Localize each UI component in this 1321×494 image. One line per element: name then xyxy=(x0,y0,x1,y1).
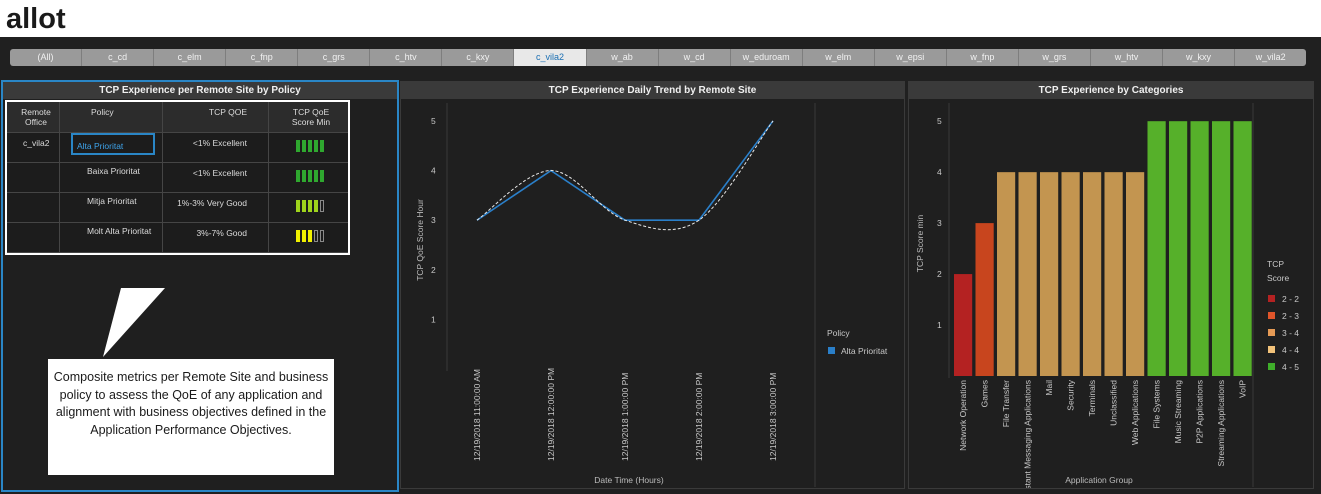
site-tab[interactable]: c_grs xyxy=(298,49,371,66)
site-tab[interactable]: c_htv xyxy=(370,49,443,66)
y-tick-label: 3 xyxy=(937,218,942,228)
panel-categories[interactable]: TCP Experience by Categories 1 2 3 4 5 TCP Sc… xyxy=(908,81,1314,494)
panel-title: TCP Experience Daily Trend by Remote Sit… xyxy=(401,82,904,99)
trend-line xyxy=(476,120,774,231)
site-tab[interactable]: w_ab xyxy=(587,49,659,66)
y-tick-label: 2 xyxy=(431,265,436,275)
line-chart: 1 2 3 4 5 TCP QoE Score Hour 12/19/2018 11:00:… xyxy=(415,103,888,487)
legend-swatch xyxy=(1268,329,1275,336)
allot-logo: allot xyxy=(6,3,66,34)
site-tab[interactable]: w_cd xyxy=(659,49,731,66)
legend-title: Policy xyxy=(827,328,850,338)
site-tab[interactable]: w_elm xyxy=(803,49,875,66)
x-tick-label: 12/19/2018 12:00:00 PM xyxy=(546,368,556,461)
legend-item-label[interactable]: 4 - 4 xyxy=(1282,345,1299,355)
legend-item-label[interactable]: 2 - 3 xyxy=(1282,311,1299,321)
x-tick-label: Streaming Applications xyxy=(1216,380,1226,466)
x-tick-label: File Systems xyxy=(1152,380,1162,429)
x-tick-label: VoIP xyxy=(1238,380,1248,398)
legend-item-label[interactable]: 3 - 4 xyxy=(1282,328,1299,338)
site-tab[interactable]: w_htv xyxy=(1091,49,1163,66)
bar[interactable] xyxy=(1190,121,1209,376)
legend-swatch xyxy=(828,347,835,354)
bar[interactable] xyxy=(1040,172,1059,376)
panel-daily-trend[interactable]: TCP Experience Daily Trend by Remote Sit… xyxy=(400,81,905,489)
site-tab[interactable]: c_vila2 xyxy=(514,49,587,66)
bar[interactable] xyxy=(1169,121,1188,376)
legend-item-label[interactable]: 2 - 2 xyxy=(1282,294,1299,304)
x-tick-label: 12/19/2018 11:00:00 AM xyxy=(472,369,482,461)
site-tab[interactable]: c_cd xyxy=(82,49,155,66)
y-tick-label: 5 xyxy=(937,116,942,126)
bar[interactable] xyxy=(1233,121,1252,376)
panel-tcp-experience-per-site[interactable]: TCP Experience per Remote Site by Policy… xyxy=(1,80,399,492)
site-tab[interactable]: (All) xyxy=(10,49,83,66)
x-tick-label: Network Operation xyxy=(958,380,968,451)
legend-swatch xyxy=(1268,363,1275,370)
x-tick-label: P2P Applications xyxy=(1195,380,1205,444)
y-tick-label: 3 xyxy=(431,215,436,225)
dashboard: (All) c_cd c_elm c_fnp c_grs c_htv c_kxy c_vila… xyxy=(0,37,1321,494)
series-line[interactable] xyxy=(476,120,774,221)
x-tick-label: 12/19/2018 2:00:00 PM xyxy=(694,373,704,461)
y-tick-label: 4 xyxy=(431,166,436,176)
x-tick-label: Terminals xyxy=(1087,380,1097,416)
x-tick-label: 12/19/2018 1:00:00 PM xyxy=(620,373,630,461)
legend-title: TCP xyxy=(1267,259,1284,269)
x-tick-label: Unclassified xyxy=(1109,380,1119,426)
bar[interactable] xyxy=(1061,172,1080,376)
site-tab[interactable]: w_kxy xyxy=(1163,49,1236,66)
site-tab[interactable]: w_fnp xyxy=(947,49,1019,66)
logo-text: allot xyxy=(6,3,66,34)
site-tab[interactable]: w_epsi xyxy=(875,49,947,66)
x-tick-label: Games xyxy=(980,380,990,407)
panel-title: TCP Experience by Categories xyxy=(909,82,1313,99)
legend-swatch xyxy=(1268,346,1275,353)
x-axis-title: Date Time (Hours) xyxy=(594,475,664,485)
x-tick-label: Security xyxy=(1066,379,1076,410)
x-axis-title: Application Group xyxy=(1065,475,1133,485)
bar-chart: 1 2 3 4 5 TCP Score min Network Operation Games… xyxy=(915,103,1299,494)
site-tab[interactable]: w_vila2 xyxy=(1235,49,1306,66)
y-tick-label: 1 xyxy=(937,320,942,330)
x-tick-label: 12/19/2018 3:00:00 PM xyxy=(768,373,778,461)
bar[interactable] xyxy=(1018,172,1037,376)
legend-item-label[interactable]: Alta Prioritat xyxy=(841,346,888,356)
site-tab[interactable]: w_grs xyxy=(1019,49,1091,66)
y-tick-label: 1 xyxy=(431,314,436,324)
y-tick-label: 5 xyxy=(431,116,436,126)
y-axis-title: TCP QoE Score Hour xyxy=(415,199,425,281)
x-tick-label: Instant Messaging Applications xyxy=(1023,380,1033,488)
callout-pointer xyxy=(103,288,165,357)
x-tick-label: Web Applications xyxy=(1130,380,1140,445)
legend-item-label[interactable]: 4 - 5 xyxy=(1282,362,1299,372)
bar[interactable] xyxy=(1212,121,1231,376)
remote-site-filter: (All) c_cd c_elm c_fnp c_grs c_htv c_kxy c_vila… xyxy=(10,49,1306,66)
site-tab[interactable]: c_kxy xyxy=(442,49,515,66)
y-axis-title: TCP Score min xyxy=(915,214,925,272)
bar[interactable] xyxy=(997,172,1016,376)
x-tick-label: File Transfer xyxy=(1001,380,1011,427)
bar[interactable] xyxy=(1126,172,1145,376)
x-tick-label: Music Streaming xyxy=(1173,380,1183,444)
site-tab[interactable]: w_eduroam xyxy=(731,49,803,66)
bar[interactable] xyxy=(975,223,994,376)
bar[interactable] xyxy=(1104,172,1123,376)
site-tab[interactable]: c_fnp xyxy=(226,49,299,66)
legend-swatch xyxy=(1268,295,1275,302)
bar[interactable] xyxy=(1083,172,1102,376)
bar[interactable] xyxy=(1147,121,1166,376)
legend-title: Score xyxy=(1267,273,1289,283)
y-tick-label: 2 xyxy=(937,269,942,279)
y-tick-label: 4 xyxy=(937,167,942,177)
legend-swatch xyxy=(1268,312,1275,319)
x-tick-label: Mail xyxy=(1044,380,1054,396)
bar[interactable] xyxy=(954,274,973,376)
site-tab[interactable]: c_elm xyxy=(154,49,227,66)
